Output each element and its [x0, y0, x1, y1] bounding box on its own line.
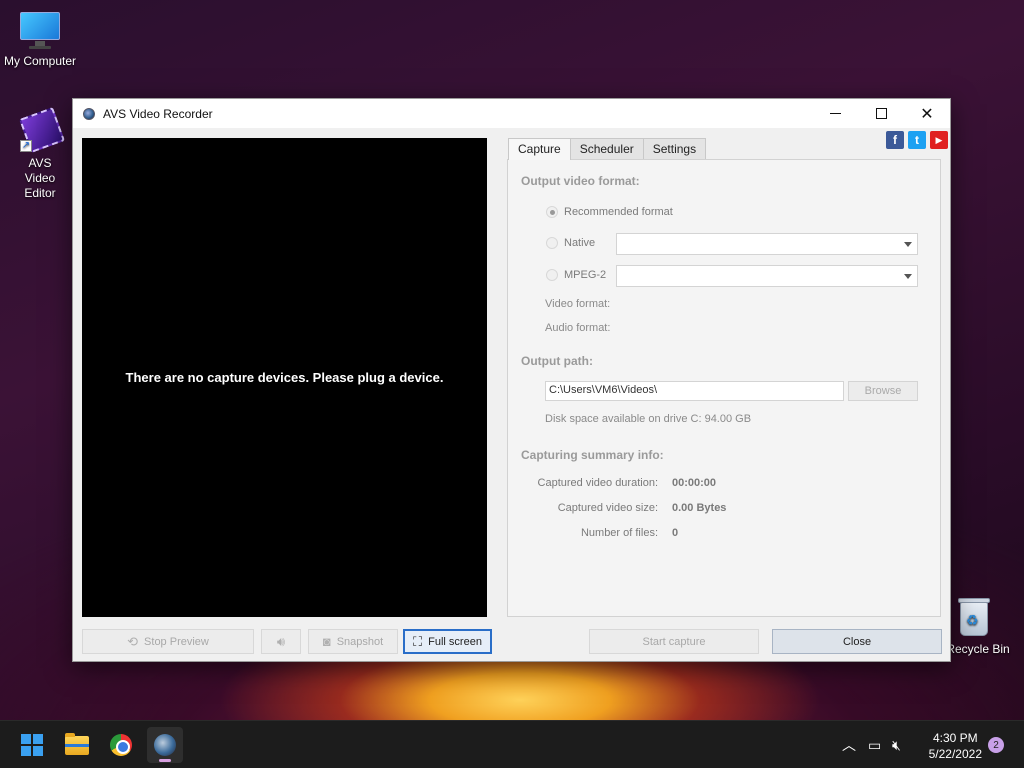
radio-indicator: [546, 237, 558, 249]
audio-format-label: Audio format:: [545, 322, 611, 334]
clock-time: 4:30 PM: [932, 731, 978, 745]
youtube-icon[interactable]: ▶: [930, 131, 948, 149]
native-radio[interactable]: Native: [546, 237, 595, 249]
output-path-input[interactable]: C:\Users\VM6\Videos\: [545, 381, 844, 401]
avs-recorder-icon: [154, 734, 176, 756]
recommended-format-radio[interactable]: Recommended format: [546, 206, 673, 218]
no-device-message: There are no capture devices. Please plu…: [125, 370, 444, 385]
title-bar[interactable]: AVS Video Recorder ✕: [73, 99, 950, 128]
desktop-icon-my-computer[interactable]: My Computer: [0, 10, 80, 68]
minimize-button[interactable]: [812, 99, 858, 128]
full-screen-button[interactable]: ⛶ Full screen: [403, 629, 492, 654]
camera-icon: ◙: [322, 634, 331, 649]
computer-icon: [18, 10, 62, 50]
show-hidden-icons-button[interactable]: ︿: [842, 721, 856, 768]
social-links: f t ▶: [886, 131, 948, 149]
window-title: AVS Video Recorder: [103, 106, 213, 121]
summary-key: Number of files:: [580, 527, 658, 539]
folder-icon: [65, 732, 89, 755]
facebook-icon[interactable]: f: [886, 131, 904, 149]
mpeg2-radio[interactable]: MPEG-2: [546, 269, 606, 281]
tab-bar: Capture Scheduler Settings: [508, 138, 707, 160]
close-button[interactable]: Close: [772, 629, 942, 654]
speaker-muted-icon: 🔇︎: [892, 736, 901, 753]
film-strip-icon: ↗: [18, 106, 66, 154]
stop-preview-label: Stop Preview: [144, 635, 209, 648]
chevron-up-icon: ︿: [842, 737, 856, 753]
summary-key: Captured video size:: [557, 502, 658, 514]
network-status[interactable]: ▭: [868, 721, 881, 768]
network-icon: ▭: [868, 736, 882, 753]
radio-indicator: [546, 269, 558, 281]
avs-video-recorder-window: AVS Video Recorder ✕ f t ▶ There are no …: [72, 98, 951, 662]
native-label: Native: [564, 237, 596, 249]
notification-badge[interactable]: 2: [988, 737, 1004, 753]
chevron-down-icon: [904, 274, 912, 279]
tab-scheduler[interactable]: Scheduler: [569, 138, 644, 159]
recycle-bin-icon: ♻: [956, 596, 992, 638]
taskbar-avs-video-recorder[interactable]: [147, 727, 183, 763]
tab-capture[interactable]: Capture: [508, 138, 571, 160]
chevron-down-icon: [904, 242, 912, 247]
summary-value: 00:00:00: [672, 477, 717, 489]
minimize-icon: [829, 112, 841, 115]
taskbar-chrome[interactable]: [103, 727, 139, 763]
stop-preview-icon: ⟲: [127, 633, 139, 649]
tab-settings[interactable]: Settings: [642, 138, 707, 159]
desktop-icon-avs-video-editor[interactable]: ↗ AVS Video Editor: [0, 106, 80, 201]
desktop-icon-label: AVS Video Editor: [24, 156, 56, 200]
browse-button[interactable]: Browse: [848, 381, 918, 401]
volume-status[interactable]: 🔇︎: [892, 721, 901, 768]
summary-value: 0: [672, 527, 679, 539]
close-icon: ✕: [920, 105, 934, 123]
full-screen-label: Full screen: [428, 635, 482, 648]
summary-value: 0.00 Bytes: [672, 502, 727, 514]
maximize-button[interactable]: [858, 99, 904, 128]
summary-key: Captured video duration:: [537, 477, 658, 489]
windows-logo-icon: [21, 734, 43, 756]
stop-preview-button[interactable]: ⟲ Stop Preview: [82, 629, 254, 654]
snapshot-button[interactable]: ◙ Snapshot: [308, 629, 398, 654]
video-preview-area: There are no capture devices. Please plu…: [82, 138, 487, 617]
clock-date: 5/22/2022: [928, 747, 982, 761]
capture-panel: Output video format: Recommended format …: [507, 159, 941, 617]
avs-recorder-app-icon: [81, 106, 97, 122]
summary-heading: Capturing summary info:: [521, 448, 664, 462]
radio-indicator: [546, 206, 558, 218]
taskbar-clock[interactable]: 4:30 PM 5/22/2022: [929, 730, 982, 762]
desktop-icon-label: My Computer: [3, 54, 77, 68]
fullscreen-icon: ⛶: [413, 633, 423, 649]
video-format-label: Video format:: [545, 298, 611, 310]
chrome-icon: [110, 734, 132, 756]
start-button[interactable]: [14, 727, 50, 763]
start-capture-button[interactable]: Start capture: [589, 629, 759, 654]
close-window-button[interactable]: ✕: [904, 99, 950, 128]
volume-button[interactable]: 🔊︎: [261, 629, 301, 654]
maximize-icon: [875, 108, 887, 119]
twitter-icon[interactable]: t: [908, 131, 926, 149]
recommended-format-label: Recommended format: [564, 206, 673, 218]
mpeg2-label: MPEG-2: [564, 269, 607, 281]
output-path-heading: Output path:: [521, 354, 593, 368]
taskbar: ︿ ▭ 🔇︎ 4:30 PM 5/22/2022 2: [0, 720, 1024, 768]
native-format-select[interactable]: [616, 233, 918, 255]
output-format-heading: Output video format:: [521, 174, 640, 188]
speaker-icon: 🔊︎: [276, 633, 286, 649]
taskbar-file-explorer[interactable]: [59, 727, 95, 763]
mpeg2-format-select[interactable]: [616, 265, 918, 287]
disk-space-info: Disk space available on drive C: 94.00 G…: [545, 413, 752, 425]
snapshot-label: Snapshot: [336, 635, 384, 648]
